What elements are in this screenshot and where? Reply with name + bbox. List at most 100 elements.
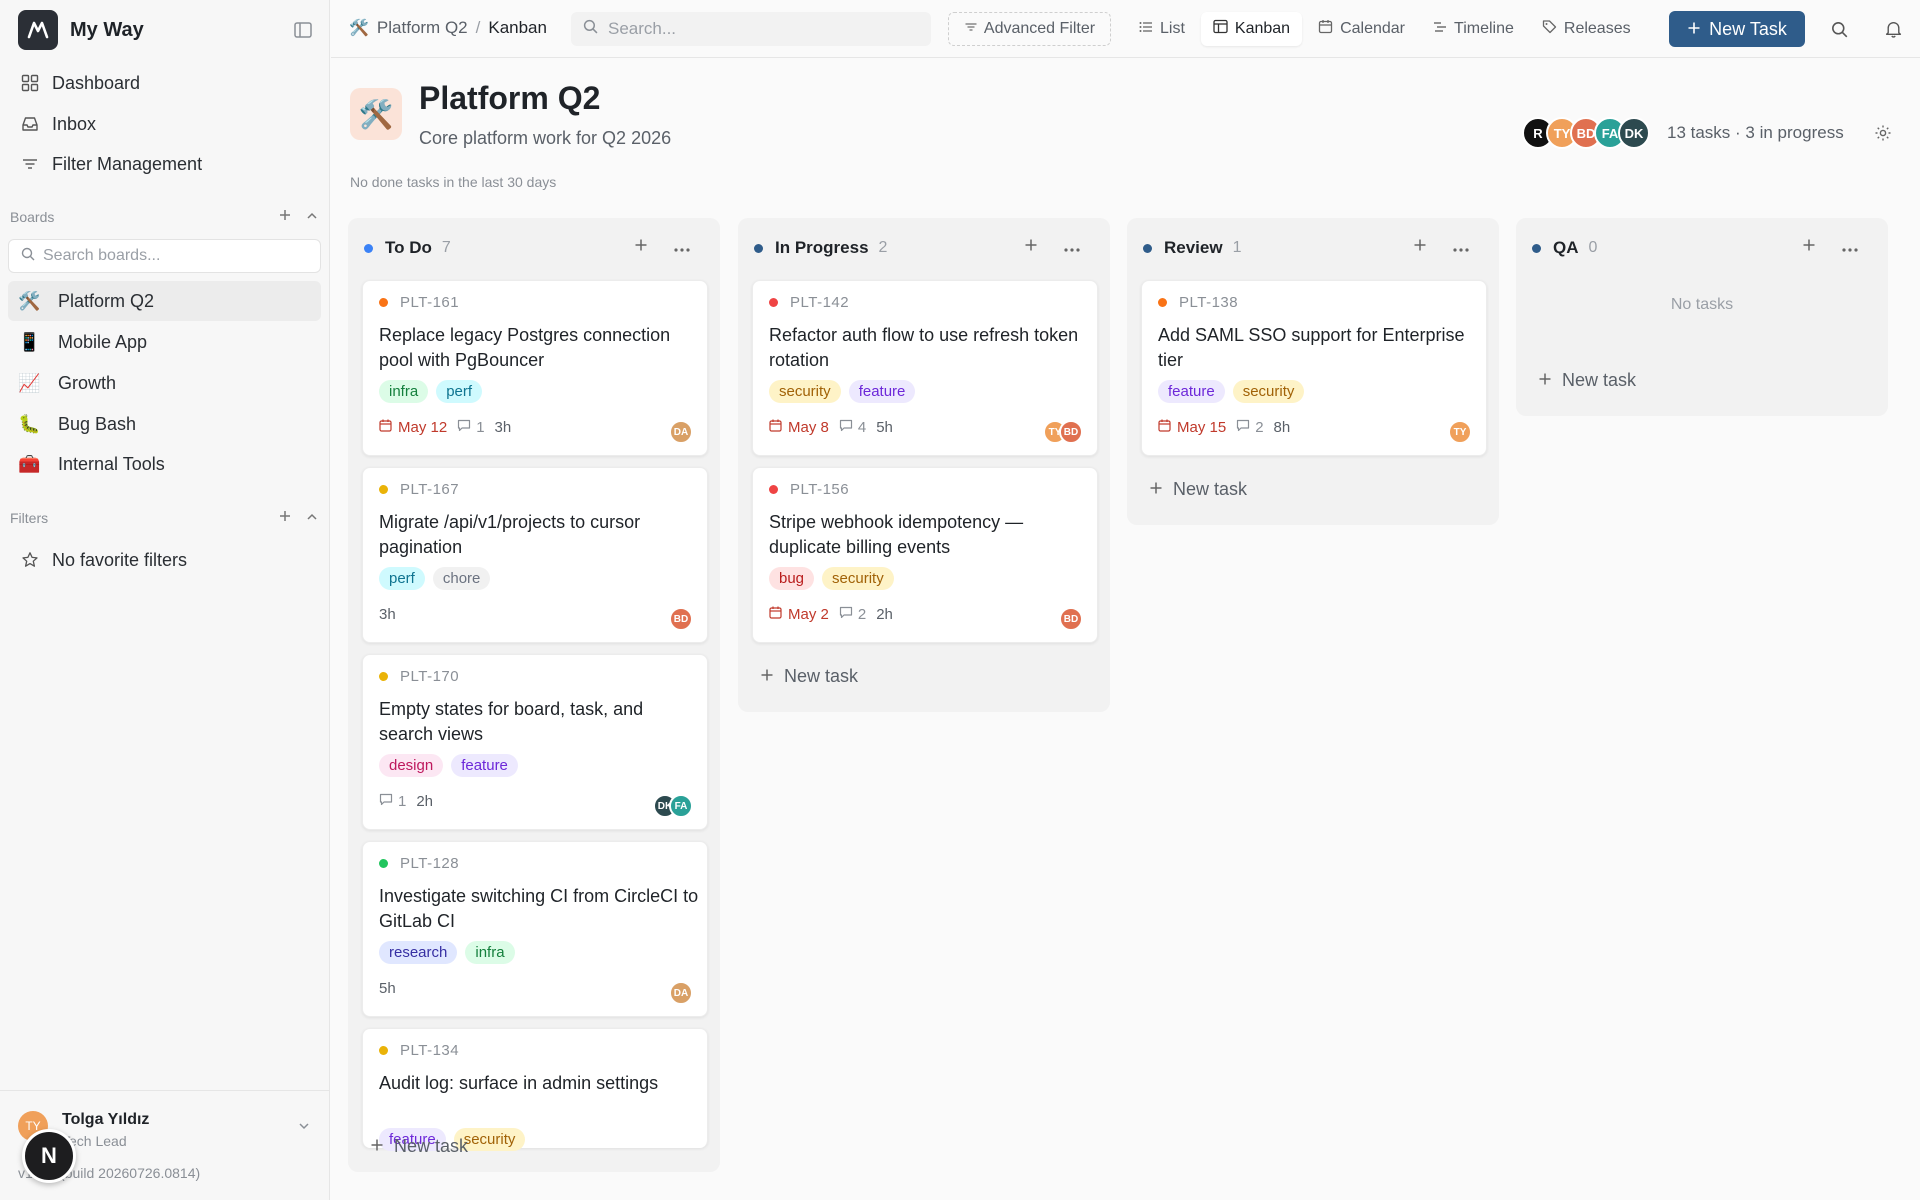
tab-label: Kanban — [1234, 20, 1291, 37]
sidebar: My Way Dashboard Inbox Filter Management… — [0, 0, 330, 1200]
task-tags: design feature — [379, 754, 518, 777]
task-card[interactable]: PLT-167 Migrate /api/v1/projects to curso… — [362, 467, 708, 643]
task-card[interactable]: PLT-170 Empty states for board, task, and… — [362, 654, 708, 830]
tag-badge[interactable]: security — [822, 567, 894, 590]
add-task-button[interactable]: New task — [1538, 370, 1636, 391]
plus-icon[interactable] — [1024, 238, 1038, 257]
tag-badge[interactable]: perf — [379, 567, 425, 590]
topbar: 🛠️ Platform Q2 / Kanban Advanced Filter … — [331, 0, 1920, 58]
search-input[interactable] — [608, 19, 908, 39]
avatar: DA — [669, 420, 693, 444]
new-task-button[interactable]: New Task — [1669, 11, 1805, 47]
breadcrumb-board[interactable]: Platform Q2 — [377, 18, 468, 38]
gear-icon[interactable] — [1872, 122, 1894, 144]
tab-list[interactable]: List — [1127, 12, 1197, 46]
comment-icon — [457, 419, 471, 436]
task-title: Migrate /api/v1/projects to cursor pagin… — [379, 512, 641, 557]
nav-filter-management[interactable]: Filter Management — [10, 145, 322, 183]
task-card[interactable]: PLT-161 Replace legacy Postgres connectio… — [362, 280, 708, 456]
tag-badge[interactable]: perf — [436, 380, 483, 403]
nav-label: Filter Management — [52, 153, 203, 174]
column-title: To Do — [385, 238, 432, 257]
board-search-input[interactable] — [43, 247, 303, 265]
notification-badge[interactable]: N — [22, 1129, 76, 1183]
plus-icon[interactable] — [1802, 238, 1816, 257]
board-members[interactable]: R TY BD FA DK — [1522, 117, 1650, 149]
task-meta: 5h — [379, 980, 396, 997]
tag-badge[interactable]: infra — [379, 380, 429, 403]
collapse-filters-icon[interactable] — [306, 510, 318, 526]
board-label: Mobile App — [58, 331, 148, 352]
board-item-mobile-app[interactable]: 📱 Mobile App — [8, 322, 321, 362]
task-id: PLT-161 — [379, 294, 459, 311]
tag-badge[interactable]: bug — [769, 567, 815, 590]
timeline-icon — [1433, 20, 1447, 39]
more-icon[interactable] — [1453, 239, 1469, 257]
tag-badge[interactable]: feature — [1158, 380, 1225, 403]
task-card[interactable]: PLT-138 Add SAML SSO support for Enterpri… — [1141, 280, 1487, 456]
plus-icon — [1687, 19, 1701, 40]
column-header: Review 1 — [1143, 238, 1242, 258]
due-date: May 2 — [769, 606, 829, 623]
column-tools — [1413, 238, 1469, 257]
tab-timeline[interactable]: Timeline — [1421, 12, 1526, 46]
tag-badge[interactable]: infra — [465, 941, 515, 964]
tag-badge[interactable]: research — [379, 941, 458, 964]
nav-inbox[interactable]: Inbox — [10, 105, 322, 143]
task-card[interactable]: PLT-156 Stripe webhook idempotency — dupl… — [752, 467, 1098, 643]
add-filter-icon[interactable] — [278, 509, 292, 526]
tag-badge[interactable]: feature — [848, 380, 916, 403]
task-id-label: PLT-134 — [400, 1042, 460, 1059]
tab-calendar[interactable]: Calendar — [1306, 12, 1417, 46]
user-profile[interactable]: TY Tolga Yıldız Tech Lead v1.2.1 (build … — [0, 1090, 330, 1200]
board-item-bug-bash[interactable]: 🐛 Bug Bash — [8, 404, 321, 444]
tab-kanban[interactable]: Kanban — [1200, 12, 1303, 46]
tag-badge[interactable]: security — [1232, 380, 1305, 403]
search-icon[interactable] — [1829, 19, 1849, 39]
advanced-filter-button[interactable]: Advanced Filter — [948, 12, 1111, 46]
view-tabs: List Kanban Calendar Timeline Releases — [1127, 12, 1643, 46]
task-card[interactable]: PLT-134 Audit log: surface in admin setti… — [362, 1028, 708, 1151]
task-title: Stripe webhook idempotency — duplicate b… — [769, 512, 1024, 557]
add-board-icon[interactable] — [278, 208, 292, 225]
add-task-button[interactable]: New task — [760, 666, 858, 687]
calendar-icon — [1158, 419, 1171, 436]
chevron-down-icon[interactable] — [298, 1119, 310, 1137]
task-card[interactable]: PLT-128 Investigate switching CI from Cir… — [362, 841, 708, 1017]
add-task-button[interactable]: New task — [370, 1136, 468, 1157]
board-item-internal-tools[interactable]: 🧰 Internal Tools — [8, 444, 321, 484]
column-title: Review — [1164, 238, 1223, 257]
app-logo — [18, 10, 58, 50]
comment-icon — [379, 793, 393, 810]
add-task-button[interactable]: New task — [1149, 479, 1247, 500]
board-label: Platform Q2 — [58, 290, 155, 311]
comment-count: 2 — [1236, 419, 1264, 436]
board-item-growth[interactable]: 📈 Growth — [8, 363, 321, 403]
more-icon[interactable] — [674, 239, 690, 257]
list-icon — [1139, 20, 1153, 39]
task-title: Audit log: surface in admin settings — [379, 1073, 659, 1093]
task-tags: infra perf — [379, 380, 483, 403]
more-icon[interactable] — [1842, 239, 1858, 257]
column-header: QA 0 — [1532, 238, 1597, 258]
tab-releases[interactable]: Releases — [1530, 12, 1643, 46]
chart-up-icon: 📈 — [18, 372, 41, 393]
phone-icon: 📱 — [18, 331, 41, 352]
tag-badge[interactable]: security — [769, 380, 841, 403]
task-card[interactable]: PLT-142 Refactor auth flow to use refresh… — [752, 280, 1098, 456]
tag-badge[interactable]: feature — [451, 754, 518, 777]
tag-badge[interactable]: chore — [432, 567, 491, 590]
collapse-boards-icon[interactable] — [306, 209, 318, 225]
task-id: PLT-142 — [769, 294, 849, 311]
tag-badge[interactable]: design — [379, 754, 444, 777]
plus-icon[interactable] — [634, 238, 648, 257]
plus-icon[interactable] — [1413, 238, 1427, 257]
board-item-platform-q2[interactable]: 🛠️ Platform Q2 — [8, 281, 321, 321]
avatar: TY — [1448, 420, 1472, 444]
nav-dashboard[interactable]: Dashboard — [10, 64, 322, 102]
bell-icon[interactable] — [1883, 19, 1903, 39]
sidebar-toggle-icon[interactable] — [292, 20, 314, 40]
more-icon[interactable] — [1064, 239, 1080, 257]
column-count: 2 — [878, 239, 888, 256]
task-meta: 1 2h — [379, 793, 433, 810]
